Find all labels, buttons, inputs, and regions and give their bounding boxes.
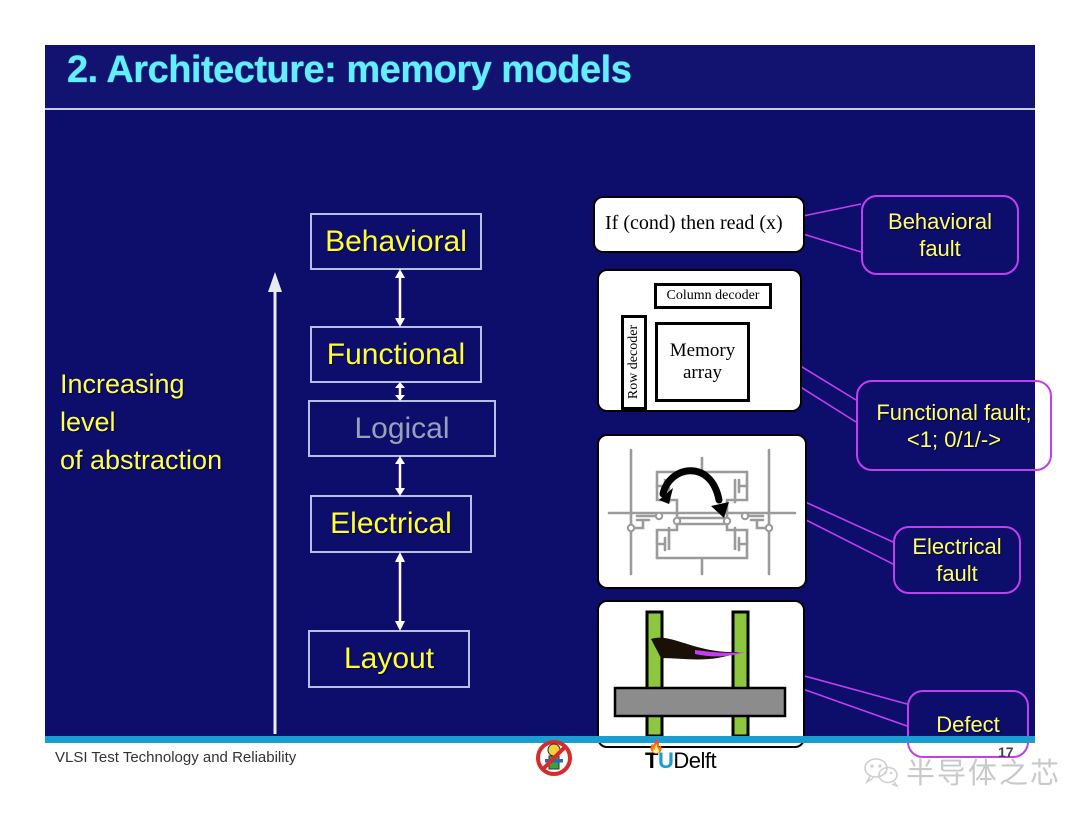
tu-delft-logo: 🔥 TUDelft [645, 739, 717, 774]
slide-title-band: 2. Architecture: memory models [45, 45, 1035, 110]
connector-arrow-behavioral-functional-icon [395, 269, 405, 327]
connector-arrow-functional-logical-icon [395, 382, 405, 401]
level-label-logical: Logical [354, 411, 450, 445]
page-title: 2. Architecture: memory models [67, 49, 632, 91]
behavioral-code-text: If (cond) then read (x) [605, 212, 783, 234]
callout-functional-line-2: <1; 0/1/-> [906, 426, 1002, 452]
level-box-electrical[interactable]: Electrical [310, 495, 472, 553]
row-decoder-block: Row decoder [621, 315, 647, 410]
tu-delft-flame-icon: 🔥 [648, 739, 664, 754]
callout-electrical-line-1: Electrical [912, 534, 1002, 559]
callout-defect-line-1: Defect [936, 711, 1000, 737]
slide-root: 2. Architecture: memory models Increasin… [0, 0, 1080, 827]
footer-course-title: VLSI Test Technology and Reliability [55, 749, 297, 766]
axis-label-line-3: of abstraction [60, 445, 223, 475]
callout-behavioral-line-2: fault [919, 236, 961, 261]
column-decoder-label: Column decoder [666, 288, 760, 303]
layout-defect-icon [613, 610, 787, 738]
tu-delft-delft: Delft [673, 748, 717, 773]
panel-functional-memory-block: Column decoder Row decoder Memory array [597, 269, 802, 412]
abstraction-axis-label: Increasing level of abstraction [60, 365, 275, 479]
level-label-layout: Layout [343, 642, 435, 675]
memory-array-block: Memory array [655, 322, 750, 402]
panel-electrical-schematic [597, 434, 807, 589]
panel-behavioral-code: If (cond) then read (x) [593, 196, 805, 253]
memory-array-label-line-1: Memory [669, 340, 736, 361]
watermark-text: 半导体之芯 [906, 756, 1062, 790]
callout-functional-line-1: Functional fault; [876, 399, 1032, 425]
tno-logo-icon [536, 740, 572, 776]
level-box-behavioral[interactable]: Behavioral [310, 213, 482, 270]
callout-functional-fault[interactable]: Functional fault; <1; 0/1/-> [856, 380, 1052, 471]
increasing-abstraction-arrow-icon [268, 272, 282, 734]
row-decoder-label: Row decoder [626, 324, 641, 399]
level-box-layout[interactable]: Layout [308, 630, 470, 688]
memory-array-label-line-2: array [682, 362, 723, 383]
callout-behavioral-line-1: Behavioral [888, 209, 992, 234]
axis-label-line-1: Increasing [60, 369, 185, 399]
level-label-functional: Functional [326, 337, 466, 371]
callout-electrical-line-2: fault [936, 561, 978, 586]
wechat-logo-icon [864, 758, 899, 787]
connector-arrow-logical-electrical-icon [395, 456, 405, 496]
level-box-functional[interactable]: Functional [310, 326, 482, 383]
level-label-electrical: Electrical [330, 507, 452, 540]
slide-body: Increasing level of abstraction Behavior… [45, 112, 1052, 758]
callout-electrical-fault[interactable]: Electrical fault [893, 526, 1021, 594]
fault-arrow-icon [659, 467, 729, 518]
slide-canvas: 2. Architecture: memory models Increasin… [45, 45, 1052, 758]
connector-arrow-electrical-layout-icon [395, 552, 405, 631]
sram-cell-schematic-icon [607, 448, 797, 576]
column-decoder-block: Column decoder [654, 283, 772, 309]
panel-layout-defect [597, 600, 805, 748]
level-label-behavioral: Behavioral [325, 224, 467, 258]
level-box-logical[interactable]: Logical [308, 400, 496, 457]
axis-label-line-2: level [60, 407, 116, 437]
callout-behavioral-fault[interactable]: Behavioral fault [861, 195, 1019, 275]
